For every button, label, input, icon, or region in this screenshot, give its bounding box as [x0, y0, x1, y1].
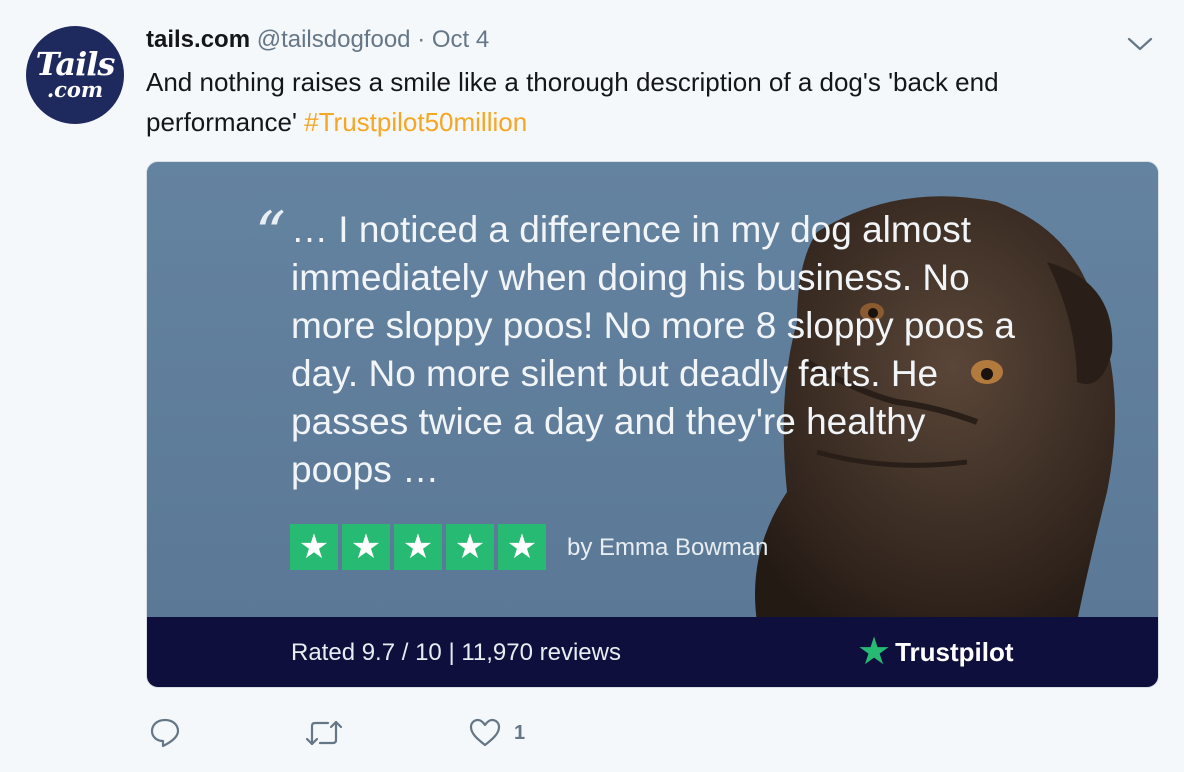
avatar-logo-line1: Tails: [35, 45, 116, 83]
star-icon: ★: [290, 524, 338, 570]
reviewer-byline: by Emma Bowman: [567, 534, 769, 561]
review-quote: … I noticed a difference in my dog almos…: [291, 209, 1015, 490]
tweet: Tails .com tails.com @tailsdogfood · Oct…: [0, 0, 1184, 772]
star-icon: ★: [342, 524, 390, 570]
quote-mark: “: [255, 199, 286, 269]
card-footer: Rated 9.7 / 10 | 11,970 reviews ★ Trustp…: [147, 617, 1158, 687]
media-card[interactable]: “ … I noticed a difference in my dog alm…: [146, 161, 1159, 688]
avatar-logo-line2: .com: [46, 77, 104, 102]
header-separator: ·: [417, 26, 426, 53]
rating-summary: Rated 9.7 / 10 | 11,970 reviews: [291, 639, 621, 666]
star-icon: ★: [446, 524, 494, 570]
trustpilot-logo: ★ Trustpilot: [857, 633, 1014, 671]
tweet-header: tails.com @tailsdogfood · Oct 4: [146, 26, 489, 54]
display-name[interactable]: tails.com: [146, 26, 250, 53]
star-icon: ★: [498, 524, 546, 570]
reply-icon: [150, 718, 180, 748]
rating-stars: ★ ★ ★ ★ ★: [290, 524, 546, 570]
heart-icon: [469, 718, 501, 747]
trustpilot-label: Trustpilot: [895, 636, 1014, 667]
retweet-button[interactable]: [304, 716, 344, 750]
retweet-icon: [305, 720, 343, 746]
star-icon: ★: [394, 524, 442, 570]
tweet-text: And nothing raises a smile like a thorou…: [146, 62, 1146, 142]
tweet-body: And nothing raises a smile like a thorou…: [146, 67, 999, 137]
like-button[interactable]: 1: [468, 716, 525, 750]
like-count: 1: [514, 721, 526, 744]
hashtag-link[interactable]: #Trustpilot50million: [304, 107, 527, 137]
chevron-down-icon[interactable]: [1124, 32, 1156, 56]
tweet-date[interactable]: Oct 4: [432, 26, 489, 53]
avatar[interactable]: Tails .com: [26, 26, 124, 124]
reply-button[interactable]: [148, 716, 182, 750]
trustpilot-star-icon: ★: [857, 631, 892, 673]
user-handle[interactable]: @tailsdogfood: [257, 26, 411, 53]
